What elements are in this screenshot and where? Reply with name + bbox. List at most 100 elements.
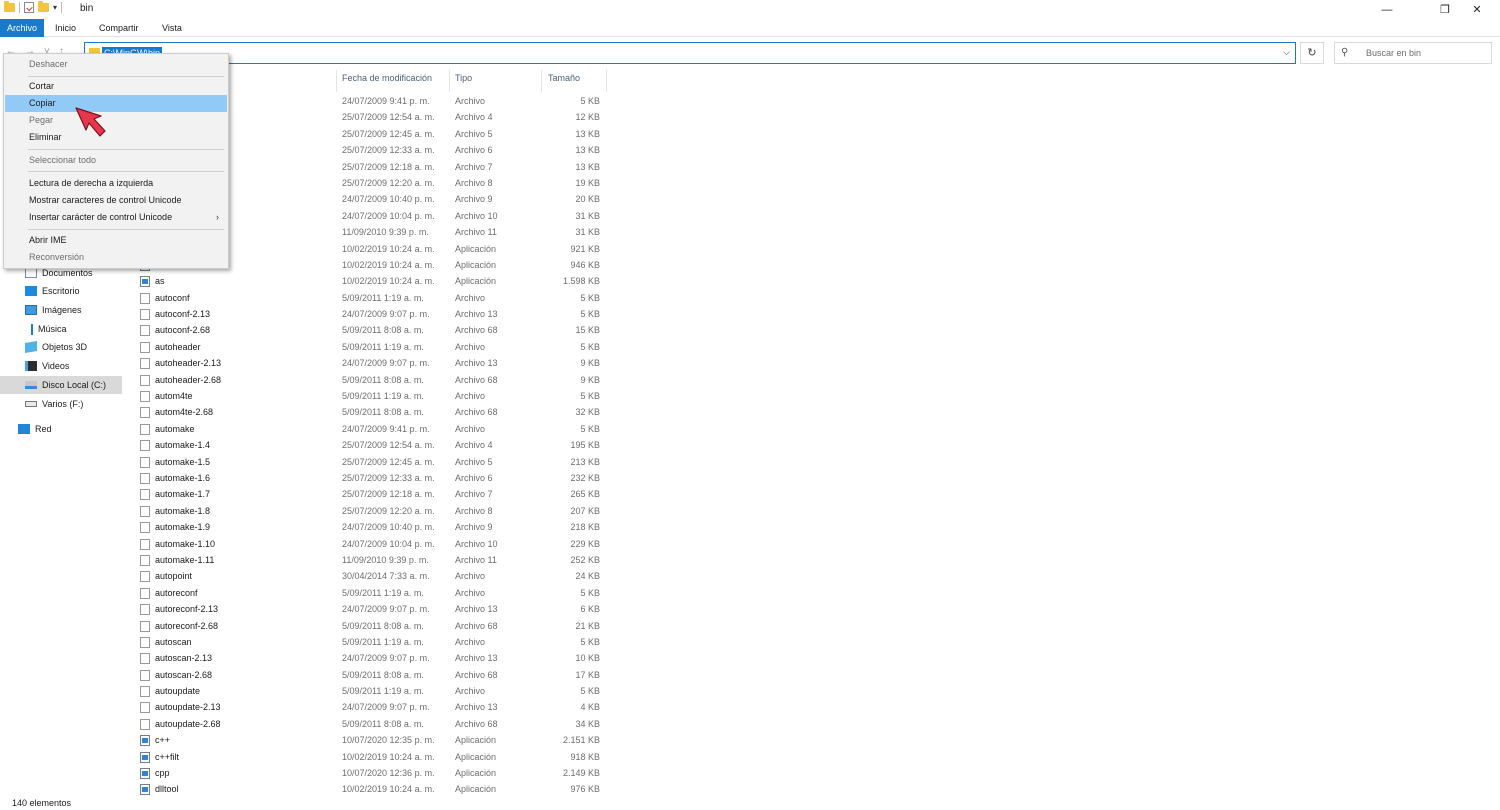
file-date: 5/09/2011 8:08 a. m.: [342, 407, 424, 418]
sidebar-item-objetos-3d[interactable]: Objetos 3D: [0, 338, 122, 356]
tab-compartir[interactable]: Compartir: [91, 19, 147, 37]
file-size: 13 KB: [575, 145, 600, 156]
menu-item-cortar[interactable]: Cortar: [5, 78, 227, 95]
menu-item-deshacer[interactable]: Deshacer: [5, 56, 227, 73]
file-row[interactable]: dlltool 10/02/2019 10:24 a. m. Aplicación 9…: [130, 782, 610, 798]
tab-archivo[interactable]: Archivo: [0, 19, 45, 37]
file-type: Archivo: [455, 423, 486, 434]
sidebar-item-escritorio[interactable]: Escritorio: [0, 282, 122, 300]
menu-item-abrir-ime[interactable]: Abrir IME: [5, 232, 227, 249]
search-input[interactable]: ⚲ Buscar en bin: [1334, 42, 1492, 64]
sidebar-item-disco-local[interactable]: Disco Local (C:): [0, 376, 122, 394]
chevron-right-icon: ›: [216, 212, 219, 222]
column-divider[interactable]: [449, 70, 450, 92]
file-row[interactable]: autoscan 5/09/2011 1:19 a. m. Archivo 5 KB: [130, 635, 610, 651]
file-row[interactable]: autoupdate 5/09/2011 1:19 a. m. Archivo 5 K…: [130, 684, 610, 700]
file-row[interactable]: autoscan-2.68 5/09/2011 8:08 a. m. Archivo…: [130, 668, 610, 684]
file-date: 10/02/2019 10:24 a. m.: [342, 784, 435, 795]
file-type: Archivo 8: [455, 505, 493, 516]
file-row[interactable]: automake-1.10 24/07/2009 10:04 p. m. Archi…: [130, 537, 610, 553]
sidebar-item-imagenes[interactable]: Imágenes: [0, 301, 122, 319]
file-row[interactable]: autom4te 5/09/2011 1:19 a. m. Archivo 5 KB: [130, 389, 610, 405]
file-row[interactable]: automake-1.7 25/07/2009 12:18 a. m. Archiv…: [130, 487, 610, 503]
file-row[interactable]: autoreconf 5/09/2011 1:19 a. m. Archivo 5 K…: [130, 586, 610, 602]
file-row[interactable]: autoheader-2.68 5/09/2011 8:08 a. m. Archi…: [130, 373, 610, 389]
column-divider[interactable]: [541, 70, 542, 92]
file-row[interactable]: autopoint 30/04/2014 7:33 a. m. Archivo 24 …: [130, 569, 610, 585]
menu-item-lectura-derecha-izquierda[interactable]: Lectura de derecha a izquierda: [5, 175, 227, 192]
file-row[interactable]: autoreconf-2.68 5/09/2011 8:08 a. m. Archi…: [130, 619, 610, 635]
file-row[interactable]: autoreconf-2.13 24/07/2009 9:07 p. m. Arch…: [130, 602, 610, 618]
file-size: 229 KB: [570, 538, 600, 549]
menu-item-eliminar[interactable]: Eliminar: [5, 129, 227, 146]
sidebar-item-videos[interactable]: Videos: [0, 357, 122, 375]
file-row[interactable]: automake-1.11 11/09/2010 9:39 p. m. Archiv…: [130, 553, 610, 569]
file-name: autoconf: [155, 292, 190, 303]
sidebar-item-varios[interactable]: Varios (F:): [0, 395, 122, 413]
vertical-scrollbar[interactable]: [1490, 65, 1500, 795]
file-row[interactable]: autoheader-2.13 24/07/2009 9:07 p. m. Arch…: [130, 356, 610, 372]
chevron-down-icon[interactable]: ⌵: [1283, 47, 1290, 58]
file-row[interactable]: as 10/02/2019 10:24 a. m. Aplicación 1.598 …: [130, 274, 610, 290]
file-row[interactable]: cpp 10/07/2020 12:36 p. m. Aplicación 2.149…: [130, 766, 610, 782]
file-date: 30/04/2014 7:33 a. m.: [342, 571, 430, 582]
menu-item-reconversion[interactable]: Reconversión: [5, 249, 227, 266]
file-size: 946 KB: [570, 259, 600, 270]
file-row[interactable]: automake 24/07/2009 9:41 p. m. Archivo 5 KB: [130, 422, 610, 438]
file-row[interactable]: c++filt 10/02/2019 10:24 a. m. Aplicación 9…: [130, 750, 610, 766]
file-name: autoconf-2.13: [155, 309, 211, 320]
file-type: Archivo 13: [455, 604, 498, 615]
file-date: 10/07/2020 12:35 p. m.: [342, 735, 435, 746]
file-row[interactable]: autoscan-2.13 24/07/2009 9:07 p. m. Archiv…: [130, 651, 610, 667]
status-item-count: 140 elementos: [12, 798, 72, 808]
menu-item-mostrar-unicode[interactable]: Mostrar caracteres de control Unicode: [5, 192, 227, 209]
file-row[interactable]: automake-1.6 25/07/2009 12:33 a. m. Archiv…: [130, 471, 610, 487]
file-row[interactable]: autoupdate-2.13 24/07/2009 9:07 p. m. Arch…: [130, 700, 610, 716]
refresh-button[interactable]: ↻: [1300, 42, 1324, 64]
properties-icon[interactable]: [24, 2, 34, 13]
application-icon: [140, 751, 150, 763]
file-row[interactable]: autom4te-2.68 5/09/2011 8:08 a. m. Archivo…: [130, 405, 610, 421]
file-name: c++filt: [155, 751, 180, 762]
column-divider[interactable]: [336, 70, 337, 92]
file-size: 9 KB: [580, 374, 600, 385]
minimize-button[interactable]: —: [1364, 0, 1410, 19]
quick-access-toolbar: ▾: [4, 1, 63, 13]
file-row[interactable]: automake-1.9 24/07/2009 10:40 p. m. Archiv…: [130, 520, 610, 536]
file-row[interactable]: automake-1.8 25/07/2009 12:20 a. m. Archiv…: [130, 504, 610, 520]
file-name: autoheader: [155, 341, 201, 352]
customize-toolbar-icon[interactable]: ▾: [53, 3, 57, 12]
sidebar-item-musica[interactable]: Música: [0, 320, 122, 338]
menu-item-insertar-unicode[interactable]: Insertar carácter de control Unicode ›: [5, 209, 227, 226]
file-name: automake-1.6: [155, 472, 211, 483]
file-type: Archivo 7: [455, 161, 493, 172]
file-row[interactable]: autoheader 5/09/2011 1:19 a. m. Archivo 5 K…: [130, 340, 610, 356]
file-size: 24 KB: [575, 571, 600, 582]
file-size: 5 KB: [580, 96, 600, 106]
file-row[interactable]: automake-1.4 25/07/2009 12:54 a. m. Archiv…: [130, 438, 610, 454]
column-header-type[interactable]: Tipo: [455, 73, 472, 87]
tab-vista[interactable]: Vista: [154, 19, 190, 37]
file-size: 15 KB: [575, 325, 600, 336]
file-row[interactable]: autoconf 5/09/2011 1:19 a. m. Archivo 5 KB: [130, 291, 610, 307]
column-header-date[interactable]: Fecha de modificación: [342, 73, 432, 87]
tab-inicio[interactable]: Inicio: [47, 19, 84, 37]
menu-item-seleccionar-todo[interactable]: Seleccionar todo: [5, 152, 227, 169]
file-type: Archivo 68: [455, 325, 498, 336]
menu-item-copiar[interactable]: Copiar: [5, 95, 227, 112]
file-row[interactable]: c++ 10/07/2020 12:35 p. m. Aplicación 2.151…: [130, 733, 610, 749]
close-button[interactable]: ✕: [1454, 0, 1500, 19]
sidebar-item-red[interactable]: Red: [0, 420, 122, 438]
file-row[interactable]: autoupdate-2.68 5/09/2011 8:08 a. m. Archi…: [130, 717, 610, 733]
file-row[interactable]: autoconf-2.13 24/07/2009 9:07 p. m. Archiv…: [130, 307, 610, 323]
file-row[interactable]: autoconf-2.68 5/09/2011 8:08 a. m. Archivo…: [130, 323, 610, 339]
address-bar[interactable]: C:\MinGW\bin ⌵: [84, 42, 1296, 64]
column-header-size[interactable]: Tamaño: [548, 73, 580, 87]
column-divider[interactable]: [606, 70, 607, 92]
file-row[interactable]: automake-1.5 25/07/2009 12:45 a. m. Archiv…: [130, 455, 610, 471]
file-icon: [140, 423, 150, 435]
file-size: 13 KB: [575, 161, 600, 172]
menu-separator: [28, 149, 224, 150]
menu-item-pegar[interactable]: Pegar: [5, 112, 227, 129]
new-folder-icon[interactable]: [38, 1, 49, 12]
